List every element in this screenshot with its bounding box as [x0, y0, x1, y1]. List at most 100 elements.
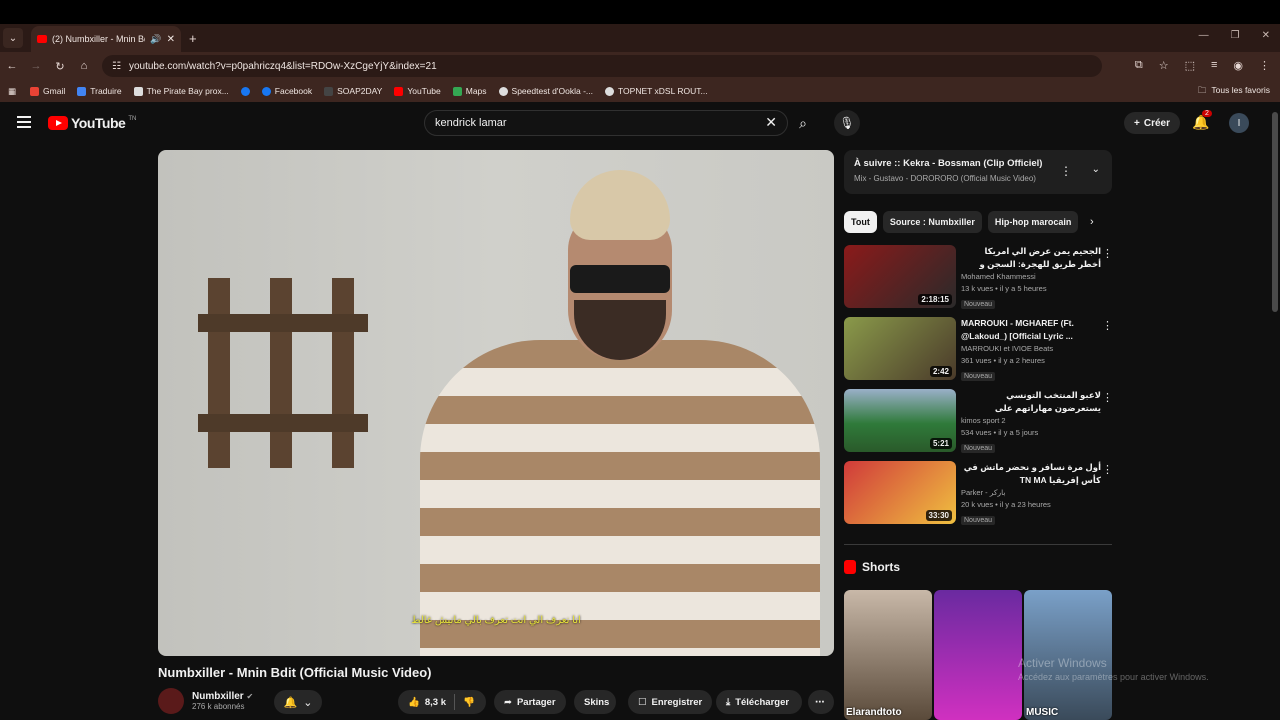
list-item[interactable]: 2:42 MARROUKI - MGHAREF (Ft. @Lakoud_) [… [844, 317, 1113, 383]
bookmark-item[interactable]: Facebook [261, 86, 312, 96]
short-card[interactable] [934, 590, 1022, 720]
up-next-panel[interactable]: À suivre :: Kekra - Bossman (Clip Offici… [844, 150, 1112, 194]
back-button[interactable]: ← [0, 60, 24, 72]
like-button[interactable]: 👍 8,3 k [408, 697, 446, 708]
rec-channel[interactable]: kimos sport 2 [961, 416, 1101, 425]
new-badge: Nouveau [961, 516, 996, 525]
media-control-icon[interactable]: ≡ [1211, 59, 1217, 72]
bookmark-item[interactable]: Gmail [30, 86, 65, 96]
list-item[interactable]: 5:21 لاعبو المنتخب التونسي يستعرضون مهار… [844, 389, 1113, 455]
title-bar [0, 0, 1280, 24]
chevron-down-icon: ⌄ [303, 696, 313, 709]
scrollbar[interactable] [1272, 102, 1278, 720]
maps-icon [452, 86, 462, 96]
channel-name[interactable]: Numbxiller [192, 691, 244, 702]
dislike-button[interactable]: 👎 [463, 697, 475, 708]
more-actions-button[interactable]: ⋯ [808, 690, 834, 714]
download-button[interactable]: ⤓ Télécharger [716, 690, 802, 714]
duration-badge: 33:30 [925, 510, 952, 521]
globe-icon [605, 86, 615, 96]
bookmark-item[interactable]: Traduire [77, 86, 122, 96]
chevron-down-icon[interactable]: ⌄ [1092, 164, 1100, 175]
subscription-bell-button[interactable]: 🔔 ⌄ [274, 690, 322, 714]
rec-channel[interactable]: Mohamed Khammessi [961, 272, 1101, 281]
video-player[interactable]: انا نعرف الي انت تعرف بالي مانيش غالط [158, 150, 834, 656]
avatar[interactable]: I [1229, 113, 1249, 133]
rec-meta: 20 k vues • il y a 23 heures [961, 500, 1051, 509]
rec-title[interactable]: الجحيم يمن عرض الي امريكا أخطر طريق للهج… [961, 245, 1101, 271]
video-thumbnail[interactable]: 5:21 [844, 389, 956, 452]
more-icon: ⋯ [815, 696, 825, 708]
chip-source[interactable]: Source : Numbxiller [882, 211, 982, 233]
short-label: Elarandtoto [846, 707, 902, 718]
more-vert-icon[interactable]: ⋮ [1102, 391, 1113, 404]
more-vert-icon[interactable]: ⋮ [1102, 247, 1113, 260]
channel-avatar[interactable] [158, 688, 184, 714]
rec-channel[interactable]: MARROUKI et IVIOE Beats [961, 344, 1101, 353]
search-input[interactable]: kendrick lamar ✕ [424, 110, 788, 136]
bookmark-item[interactable]: TOPNET xDSL ROUT... [605, 86, 708, 96]
site-info-icon[interactable]: ☷ [112, 61, 121, 72]
voice-search-button[interactable]: 🎙 [834, 110, 860, 136]
home-button[interactable]: ⌂ [72, 60, 96, 72]
all-favorites[interactable]: 🗀 Tous les favoris [1198, 85, 1270, 99]
channel-info[interactable]: Numbxiller ✔ 276 k abonnés [158, 688, 253, 714]
create-button[interactable]: + Créer [1124, 112, 1180, 134]
bookmark-item[interactable]: Maps [452, 86, 487, 96]
close-window-icon[interactable]: ✕ [1262, 30, 1270, 41]
new-tab-button[interactable]: + [189, 31, 197, 46]
list-item[interactable]: 2:18:15 الجحيم يمن عرض الي امريكا أخطر ط… [844, 245, 1113, 311]
install-app-icon[interactable]: ⧉ [1135, 59, 1143, 72]
minimize-icon[interactable]: — [1199, 30, 1209, 41]
window-controls: — ❐ ✕ [1199, 30, 1270, 41]
search-button[interactable]: ⌕ [788, 110, 818, 136]
menu-icon[interactable]: ⋮ [1259, 59, 1270, 72]
restore-icon[interactable]: ❐ [1231, 30, 1240, 41]
save-button[interactable]: ☐ Enregistrer [628, 690, 712, 714]
bookmark-star-icon[interactable]: ☆ [1159, 59, 1169, 72]
video-thumbnail[interactable]: 33:30 [844, 461, 956, 524]
video-thumbnail[interactable]: 2:42 [844, 317, 956, 380]
more-vert-icon[interactable]: ⋮ [1060, 164, 1072, 178]
rec-title[interactable]: MARROUKI - MGHAREF (Ft. @Lakoud_) [Offic… [961, 317, 1101, 343]
subscriber-count: 276 k abonnés [192, 702, 245, 711]
chip-all[interactable]: Tout [844, 211, 877, 233]
url-field[interactable]: ☷ youtube.com/watch?v=p0pahriczq4&list=R… [102, 55, 1102, 77]
rec-title[interactable]: أول مرة نسافر و نحضر ماتش في كأس إفريقيا… [961, 461, 1101, 487]
notifications-button[interactable]: 🔔 2 [1192, 110, 1212, 131]
rec-channel[interactable]: Parker - باركر [961, 488, 1101, 497]
close-tab-icon[interactable]: ✕ [167, 34, 175, 45]
tab-search-button[interactable]: ⌄ [3, 28, 23, 48]
apps-icon[interactable]: ▦ [8, 86, 16, 97]
bookmark-item[interactable] [240, 86, 250, 96]
microphone-icon: 🎙 [839, 116, 855, 130]
url-text: youtube.com/watch?v=p0pahriczq4&list=RDO… [128, 60, 437, 72]
rec-title[interactable]: لاعبو المنتخب التونسي يستعرضون مهاراتهم … [961, 389, 1101, 415]
skins-button[interactable]: Skins [574, 690, 616, 714]
bookmark-item[interactable]: SOAP2DAY [324, 86, 382, 96]
clear-search-icon[interactable]: ✕ [765, 114, 777, 131]
list-item[interactable]: 33:30 أول مرة نسافر و نحضر ماتش في كأس إ… [844, 461, 1113, 527]
bookmark-item[interactable]: YouTube [394, 86, 441, 96]
speaker-icon[interactable]: 🔊 [150, 34, 161, 45]
menu-icon[interactable] [17, 116, 31, 128]
share-button[interactable]: ➦ Partager [494, 690, 566, 714]
youtube-logo[interactable]: YouTube TN [48, 115, 136, 131]
shorts-heading: Shorts [844, 560, 900, 574]
short-card[interactable]: MUSIC [1024, 590, 1112, 720]
chip-hiphop[interactable]: Hip-hop marocain [987, 211, 1079, 233]
short-card[interactable]: Elarandtoto [844, 590, 932, 720]
bookmark-item[interactable]: The Pirate Bay prox... [133, 86, 229, 96]
activate-windows-title: Activer Windows [1018, 656, 1107, 670]
extensions-icon[interactable]: ⬚ [1185, 59, 1195, 72]
more-vert-icon[interactable]: ⋮ [1102, 463, 1113, 476]
bookmark-item[interactable]: Speedtest d'Ookla -... [498, 86, 593, 96]
reload-button[interactable]: ↻ [48, 60, 72, 73]
save-playlist-icon: ☐ [638, 696, 647, 708]
profile-icon[interactable]: ◉ [1233, 59, 1243, 72]
video-thumbnail[interactable]: 2:18:15 [844, 245, 956, 308]
forward-button[interactable]: → [24, 60, 48, 72]
more-vert-icon[interactable]: ⋮ [1102, 319, 1113, 332]
chevron-right-icon[interactable]: › [1090, 216, 1094, 228]
browser-tab[interactable]: (2) Numbxiller - Mnin Bdit 🔊 ✕ [31, 26, 181, 52]
